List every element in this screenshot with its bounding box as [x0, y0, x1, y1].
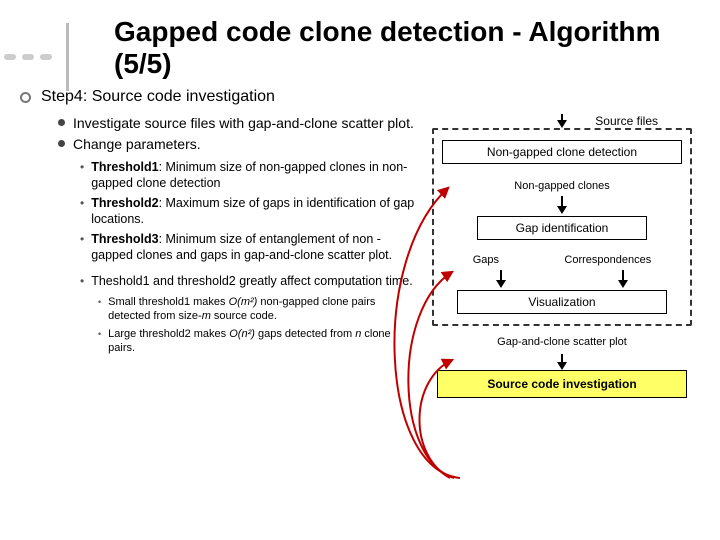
dot-icon — [22, 54, 34, 60]
nongapped-clones-label: Non-gapped clones — [440, 180, 684, 192]
threshold-list: • Threshold1: Minimum size of non-gapped… — [80, 159, 420, 289]
slide: Gapped code clone detection - Algorithm … — [0, 0, 720, 540]
t3-label: Threshold3 — [91, 232, 158, 246]
bullet-dot-icon: • — [80, 274, 84, 289]
threshold1: Threshold1: Minimum size of non-gapped c… — [91, 159, 420, 191]
bullet-dot-icon: • — [80, 232, 84, 247]
t1-label: Threshold1 — [91, 160, 158, 174]
step4-text: Step4: Source code investigation — [41, 88, 275, 106]
complexity-list: • Small threshold1 makes O(m²) non-gappe… — [98, 295, 420, 355]
step4-heading: Step4: Source code investigation — [20, 88, 420, 106]
arrow-pair — [440, 270, 684, 288]
arrow-line-icon — [561, 354, 563, 362]
sub1-a: Investigate source files with gap-and-cl… — [73, 114, 414, 132]
scatter-plot-label: Gap-and-clone scatter plot — [432, 336, 692, 348]
correspondences-label: Correspondences — [564, 254, 651, 266]
complexity-a: Small threshold1 makes O(m²) non-gapped … — [108, 295, 420, 324]
content-row: Step4: Source code investigation Investi… — [24, 88, 696, 398]
dot-icon — [40, 54, 52, 60]
bullet-ring-icon — [20, 92, 31, 103]
bullet-dot-icon: • — [80, 196, 84, 211]
divider-icon — [66, 23, 69, 91]
arrow-line-icon — [500, 270, 502, 280]
source-code-investigation-box: Source code investigation — [437, 370, 687, 398]
sub1-b: Change parameters. — [73, 135, 201, 153]
arrow-line-icon — [561, 196, 563, 206]
arrow-line-icon — [561, 114, 563, 120]
arrow-down-icon — [557, 206, 567, 214]
arrow-down-icon — [618, 280, 628, 288]
arrow-line-icon — [622, 270, 624, 280]
bullet-dot-icon: • — [98, 329, 101, 341]
dot-icon — [4, 54, 16, 60]
gaps-label: Gaps — [473, 254, 499, 266]
slide-decoration-dots — [4, 23, 100, 91]
right-diagram: Non-gapped clone detection Non-gapped cl… — [432, 114, 692, 398]
affect-line: Theshold1 and threshold2 greatly affect … — [91, 273, 413, 289]
nongapped-detection-box: Non-gapped clone detection — [442, 140, 681, 164]
threshold3: Threshold3: Minimum size of entanglement… — [91, 231, 420, 263]
slide-title: Gapped code clone detection - Algorithm … — [114, 16, 696, 80]
arrow-down-icon — [557, 120, 567, 128]
bullet-dot-icon: • — [98, 297, 101, 309]
dashed-group: Non-gapped clone detection Non-gapped cl… — [432, 128, 692, 326]
threshold2: Threshold2: Maximum size of gaps in iden… — [91, 195, 420, 227]
bullet-dot-icon: • — [80, 160, 84, 175]
arrow-down-icon — [496, 280, 506, 288]
left-column: Step4: Source code investigation Investi… — [24, 88, 424, 398]
complexity-b: Large threshold2 makes O(n²) gaps detect… — [108, 327, 420, 356]
arrow-down-icon — [557, 362, 567, 370]
sub-list-1: Investigate source files with gap-and-cl… — [58, 114, 420, 152]
t2-label: Threshold2 — [91, 196, 158, 210]
bullet-dot-icon — [58, 140, 65, 147]
bullet-dot-icon — [58, 119, 65, 126]
gap-identification-box: Gap identification — [477, 216, 648, 240]
visualization-box: Visualization — [457, 290, 667, 314]
mid-labels: Gaps Correspondences — [440, 254, 684, 266]
